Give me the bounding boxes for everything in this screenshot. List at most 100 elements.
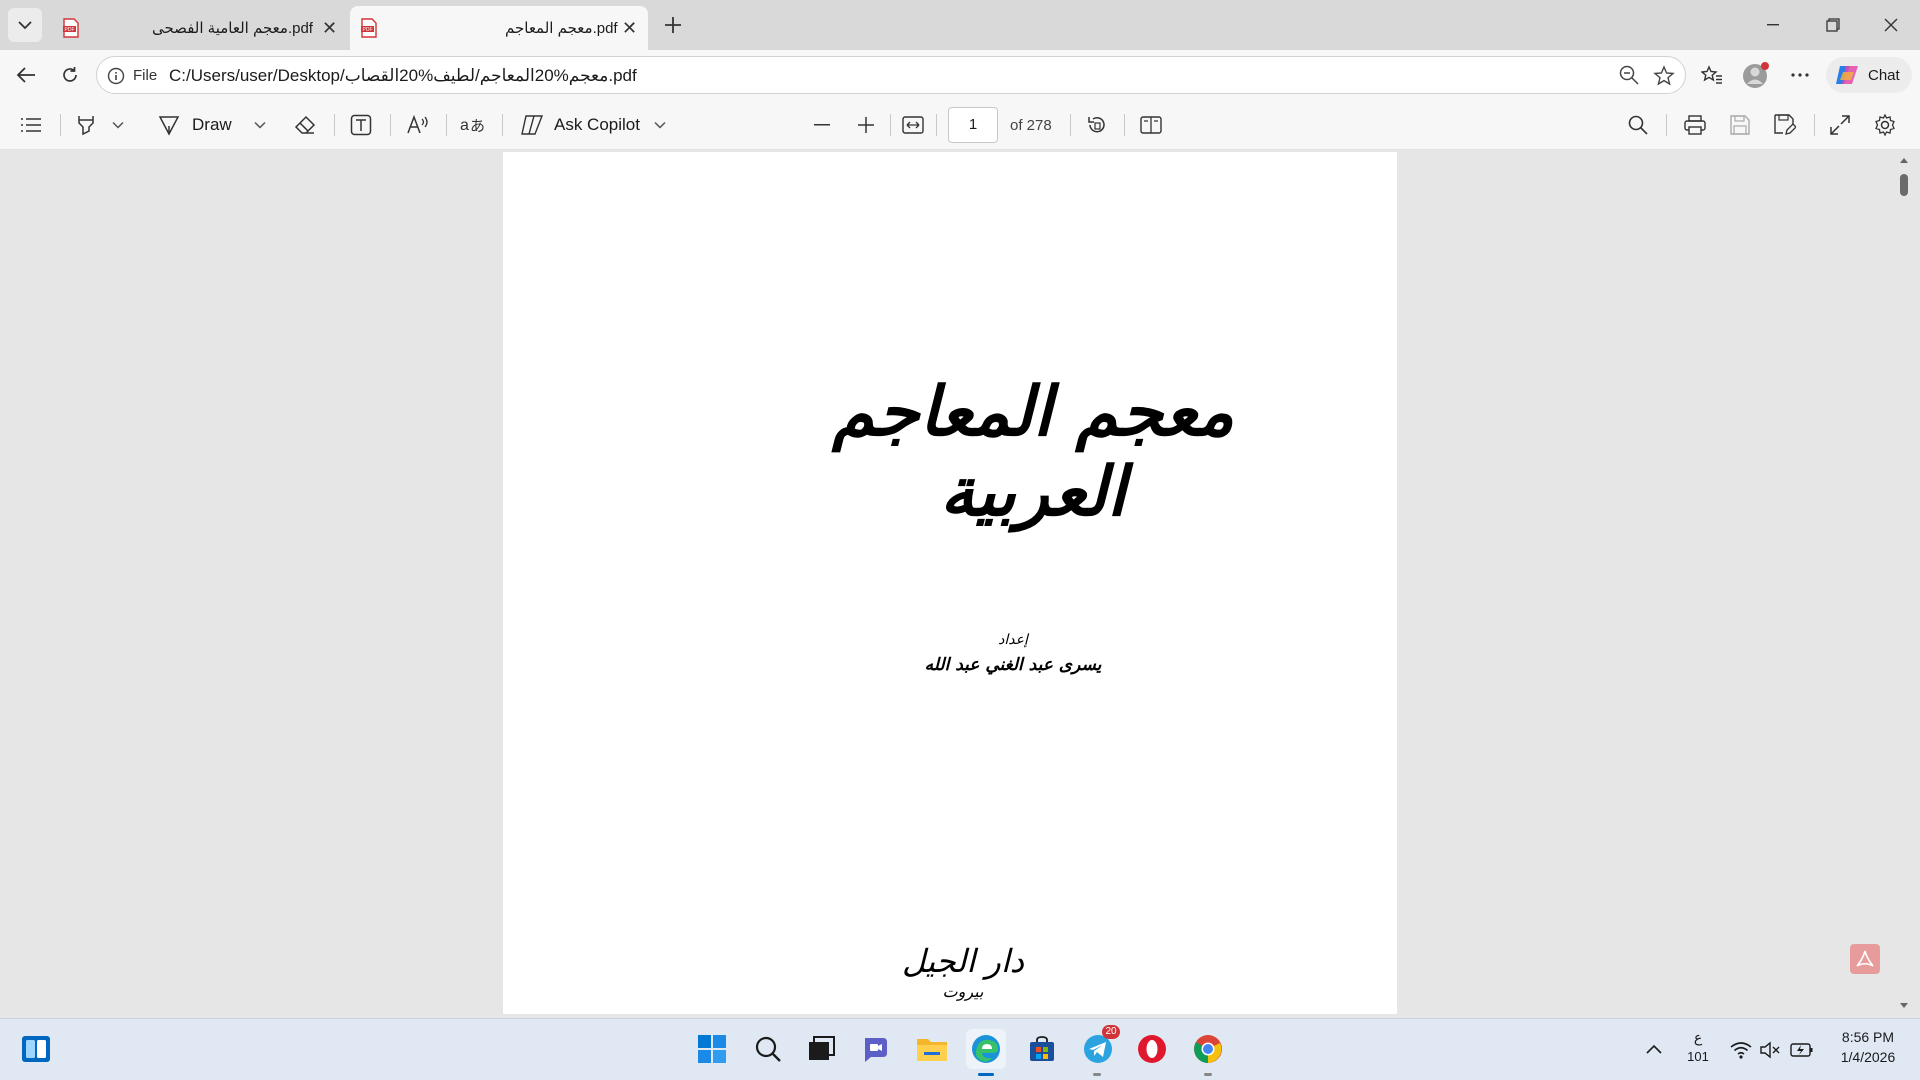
translate-icon: aあ bbox=[460, 117, 485, 135]
language-top-label: ع bbox=[1693, 1029, 1703, 1045]
back-arrow-icon bbox=[16, 67, 35, 83]
input-language-indicator[interactable]: ع 101 bbox=[1680, 1029, 1716, 1071]
search-icon bbox=[755, 1036, 781, 1062]
pdf-file-icon: PDF bbox=[361, 18, 377, 38]
add-text-button[interactable] bbox=[350, 100, 372, 150]
highlight-options-button[interactable] bbox=[112, 100, 124, 150]
profile-button[interactable] bbox=[1738, 57, 1774, 93]
scroll-down-arrow-icon[interactable] bbox=[1899, 1002, 1909, 1010]
ask-copilot-button[interactable]: Ask Copilot bbox=[520, 100, 666, 150]
close-tab-icon[interactable]: ✕ bbox=[622, 19, 637, 37]
folder-icon bbox=[917, 1039, 947, 1061]
chevron-up-icon bbox=[1646, 1044, 1662, 1054]
copilot-icon bbox=[1836, 66, 1858, 84]
highlight-button[interactable] bbox=[76, 100, 96, 150]
start-button[interactable] bbox=[692, 1029, 732, 1069]
zoom-out-icon[interactable] bbox=[1619, 65, 1639, 85]
minimize-button[interactable] bbox=[1744, 0, 1802, 50]
page-count-label: of 278 bbox=[1010, 116, 1052, 134]
expand-icon bbox=[1830, 115, 1850, 135]
divider bbox=[334, 114, 335, 136]
chevron-down-icon bbox=[654, 121, 666, 129]
pdf-toolbar: Draw aあ Ask Copilot 1 of 278 bbox=[0, 100, 1920, 150]
tab-inactive[interactable]: PDF معجم العامية الفصحى.pdf ✕ bbox=[52, 6, 346, 50]
divider bbox=[446, 114, 447, 136]
chevron-down-icon bbox=[18, 21, 32, 30]
copilot-outline-icon bbox=[521, 115, 544, 135]
rotate-button[interactable] bbox=[1086, 100, 1108, 150]
copilot-chat-button[interactable]: Chat bbox=[1826, 57, 1912, 93]
file-explorer-button[interactable] bbox=[912, 1029, 952, 1069]
pdf-settings-button[interactable] bbox=[1874, 100, 1896, 150]
url-text[interactable]: C:/Users/user/Desktop/معجم%20المعاجم/لطي… bbox=[169, 66, 637, 86]
tab-title: معجم العامية الفصحى.pdf bbox=[152, 20, 313, 37]
refresh-button[interactable] bbox=[52, 57, 88, 93]
print-button[interactable] bbox=[1684, 100, 1706, 150]
fullscreen-button[interactable] bbox=[1830, 100, 1850, 150]
draw-options-button[interactable] bbox=[254, 100, 266, 150]
page-view-button[interactable] bbox=[1140, 100, 1162, 150]
two-page-view-icon bbox=[1140, 116, 1162, 134]
divider bbox=[390, 114, 391, 136]
fit-to-width-button[interactable] bbox=[902, 100, 924, 150]
restore-button[interactable] bbox=[1804, 0, 1862, 50]
draw-pen-icon bbox=[158, 116, 180, 136]
scroll-up-arrow-icon[interactable] bbox=[1899, 156, 1909, 164]
telegram-button[interactable]: 20 bbox=[1078, 1025, 1120, 1069]
opera-browser-button[interactable] bbox=[1132, 1029, 1172, 1069]
draw-button[interactable]: Draw bbox=[158, 100, 232, 150]
favorites-button[interactable] bbox=[1694, 57, 1730, 93]
chrome-icon bbox=[1194, 1035, 1222, 1063]
close-tab-icon[interactable]: ✕ bbox=[322, 19, 337, 37]
new-tab-button[interactable] bbox=[656, 8, 690, 42]
publisher-name: دار الجيل bbox=[902, 942, 1024, 980]
show-hidden-icons-button[interactable] bbox=[1634, 1029, 1674, 1069]
clock-button[interactable]: 8:56 PM 1/4/2026 bbox=[1826, 1027, 1910, 1071]
battery-charging-icon bbox=[1790, 1043, 1813, 1057]
save-button[interactable] bbox=[1730, 100, 1750, 150]
svg-text:あ: あ bbox=[470, 117, 485, 135]
scheme-label: File bbox=[133, 67, 158, 84]
taskbar: 20 ع 101 8:56 PM 1/4/2026 bbox=[0, 1018, 1920, 1080]
task-view-button[interactable] bbox=[802, 1029, 842, 1069]
save-as-button[interactable] bbox=[1774, 100, 1796, 150]
minus-icon bbox=[814, 124, 830, 126]
profile-avatar-icon bbox=[1743, 62, 1769, 88]
zoom-in-button[interactable] bbox=[858, 100, 874, 150]
tab-active[interactable]: PDF معجم المعاجم.pdf ✕ bbox=[350, 6, 648, 50]
notification-badge: 20 bbox=[1102, 1025, 1120, 1039]
read-aloud-button[interactable] bbox=[406, 100, 430, 150]
quick-settings-button[interactable] bbox=[1726, 1031, 1818, 1069]
page-number-input[interactable]: 1 bbox=[948, 107, 998, 143]
vertical-scrollbar[interactable] bbox=[1895, 150, 1912, 1016]
more-dots-icon bbox=[1791, 73, 1809, 77]
tab-list-button[interactable] bbox=[8, 8, 42, 42]
zoom-out-button[interactable] bbox=[814, 100, 830, 150]
contents-button[interactable] bbox=[20, 100, 42, 150]
save-disk-icon bbox=[1730, 115, 1750, 135]
find-button[interactable] bbox=[1628, 100, 1648, 150]
address-bar[interactable]: File C:/Users/user/Desktop/معجم%20المعاج… bbox=[96, 56, 1686, 94]
erase-button[interactable] bbox=[294, 100, 316, 150]
back-button[interactable] bbox=[8, 57, 44, 93]
document-author: يسرى عبد الغني عبد الله bbox=[924, 655, 1102, 675]
edge-browser-button[interactable] bbox=[966, 1029, 1006, 1069]
scrollbar-thumb[interactable] bbox=[1900, 174, 1908, 196]
pdf-file-icon: PDF bbox=[63, 18, 79, 38]
widgets-button[interactable] bbox=[16, 1029, 56, 1069]
info-icon[interactable] bbox=[107, 67, 125, 85]
divider bbox=[890, 114, 891, 136]
settings-more-button[interactable] bbox=[1782, 57, 1818, 93]
close-window-button[interactable] bbox=[1862, 0, 1920, 50]
chrome-browser-button[interactable] bbox=[1188, 1029, 1228, 1069]
favorite-star-icon[interactable] bbox=[1653, 65, 1675, 87]
translate-button[interactable]: aあ bbox=[460, 100, 486, 150]
acrobat-floating-button[interactable] bbox=[1850, 944, 1880, 974]
running-app-indicator bbox=[1093, 1073, 1101, 1076]
svg-text:a: a bbox=[460, 117, 469, 134]
pdf-viewer[interactable]: معجم المعاجم العربية إعداد يسرى عبد الغن… bbox=[4, 150, 1916, 1016]
teams-chat-button[interactable] bbox=[856, 1029, 896, 1069]
microsoft-store-button[interactable] bbox=[1022, 1029, 1062, 1069]
table-of-contents-icon bbox=[21, 118, 41, 132]
search-button[interactable] bbox=[748, 1029, 788, 1069]
